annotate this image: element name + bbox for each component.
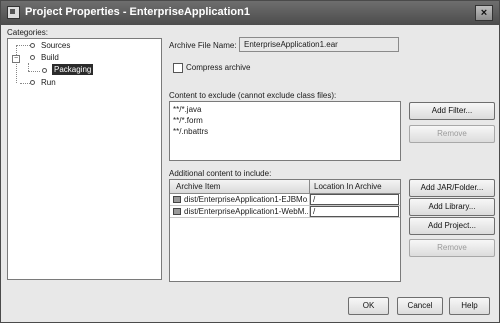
additional-content-table[interactable]: Archive Item Location In Archive dist/En… xyxy=(169,179,401,282)
project-properties-dialog: Project Properties - EnterpriseApplicati… xyxy=(0,0,500,323)
archive-item-cell: dist/EnterpriseApplication1-WebM... xyxy=(184,207,308,216)
tree-item-label: Build xyxy=(41,53,59,62)
remove-filter-button[interactable]: Remove xyxy=(409,125,495,143)
location-value: / xyxy=(313,195,316,204)
add-filter-button[interactable]: Add Filter... xyxy=(409,102,495,120)
compress-archive-checkbox[interactable] xyxy=(173,63,183,73)
cancel-button[interactable]: Cancel xyxy=(397,297,443,315)
table-row[interactable]: dist/EnterpriseApplication1-EJBMo... / xyxy=(170,194,400,206)
tree-item-label: Packaging xyxy=(52,64,94,75)
column-header-location[interactable]: Location In Archive xyxy=(314,182,382,191)
help-button[interactable]: Help xyxy=(449,297,490,315)
tree-connector xyxy=(28,71,40,72)
archive-item-cell: dist/EnterpriseApplication1-EJBMo... xyxy=(184,195,308,204)
table-row[interactable]: dist/EnterpriseApplication1-WebM... / xyxy=(170,206,400,218)
add-project-button[interactable]: Add Project... xyxy=(409,217,495,235)
tree-connector xyxy=(16,45,17,83)
ok-button[interactable]: OK xyxy=(348,297,389,315)
jar-file-icon xyxy=(173,196,181,203)
window-icon xyxy=(7,6,20,19)
jar-file-icon xyxy=(173,208,181,215)
add-library-button[interactable]: Add Library... xyxy=(409,198,495,216)
remove-content-button[interactable]: Remove xyxy=(409,239,495,257)
node-bullet-icon xyxy=(30,55,35,60)
title-bar: Project Properties - EnterpriseApplicati… xyxy=(1,1,499,25)
node-bullet-icon xyxy=(30,80,35,85)
list-item[interactable]: **/*.form xyxy=(173,116,203,125)
location-value: / xyxy=(313,207,316,216)
additional-content-label: Additional content to include: xyxy=(169,169,272,178)
location-input[interactable]: / xyxy=(310,194,399,205)
location-input[interactable]: / xyxy=(310,206,399,217)
collapse-icon[interactable]: − xyxy=(12,55,20,63)
tree-connector xyxy=(28,63,29,71)
categories-label: Categories: xyxy=(7,28,48,37)
node-bullet-icon xyxy=(42,68,47,73)
exclude-content-label: Content to exclude (cannot exclude class… xyxy=(169,91,337,100)
node-bullet-icon xyxy=(30,43,35,48)
list-item[interactable]: **/.nbattrs xyxy=(173,127,208,136)
column-divider xyxy=(309,180,310,193)
window-title: Project Properties - EnterpriseApplicati… xyxy=(25,6,250,18)
tree-item-label: Sources xyxy=(41,41,71,50)
close-button[interactable]: × xyxy=(475,5,493,21)
exclude-list[interactable]: **/*.java **/*.form **/.nbattrs xyxy=(169,101,401,161)
add-jar-folder-button[interactable]: Add JAR/Folder... xyxy=(409,179,495,197)
tree-item-label: Run xyxy=(41,78,56,87)
categories-tree: Sources − Build Packaging Run xyxy=(7,38,162,280)
list-item[interactable]: **/*.java xyxy=(173,105,201,114)
archive-file-name-field[interactable]: EnterpriseApplication1.ear xyxy=(239,37,399,52)
compress-archive-label: Compress archive xyxy=(186,63,251,72)
table-header: Archive Item Location In Archive xyxy=(170,180,400,194)
column-header-archive-item[interactable]: Archive Item xyxy=(176,182,220,191)
archive-file-name-label: Archive File Name: xyxy=(169,41,237,50)
